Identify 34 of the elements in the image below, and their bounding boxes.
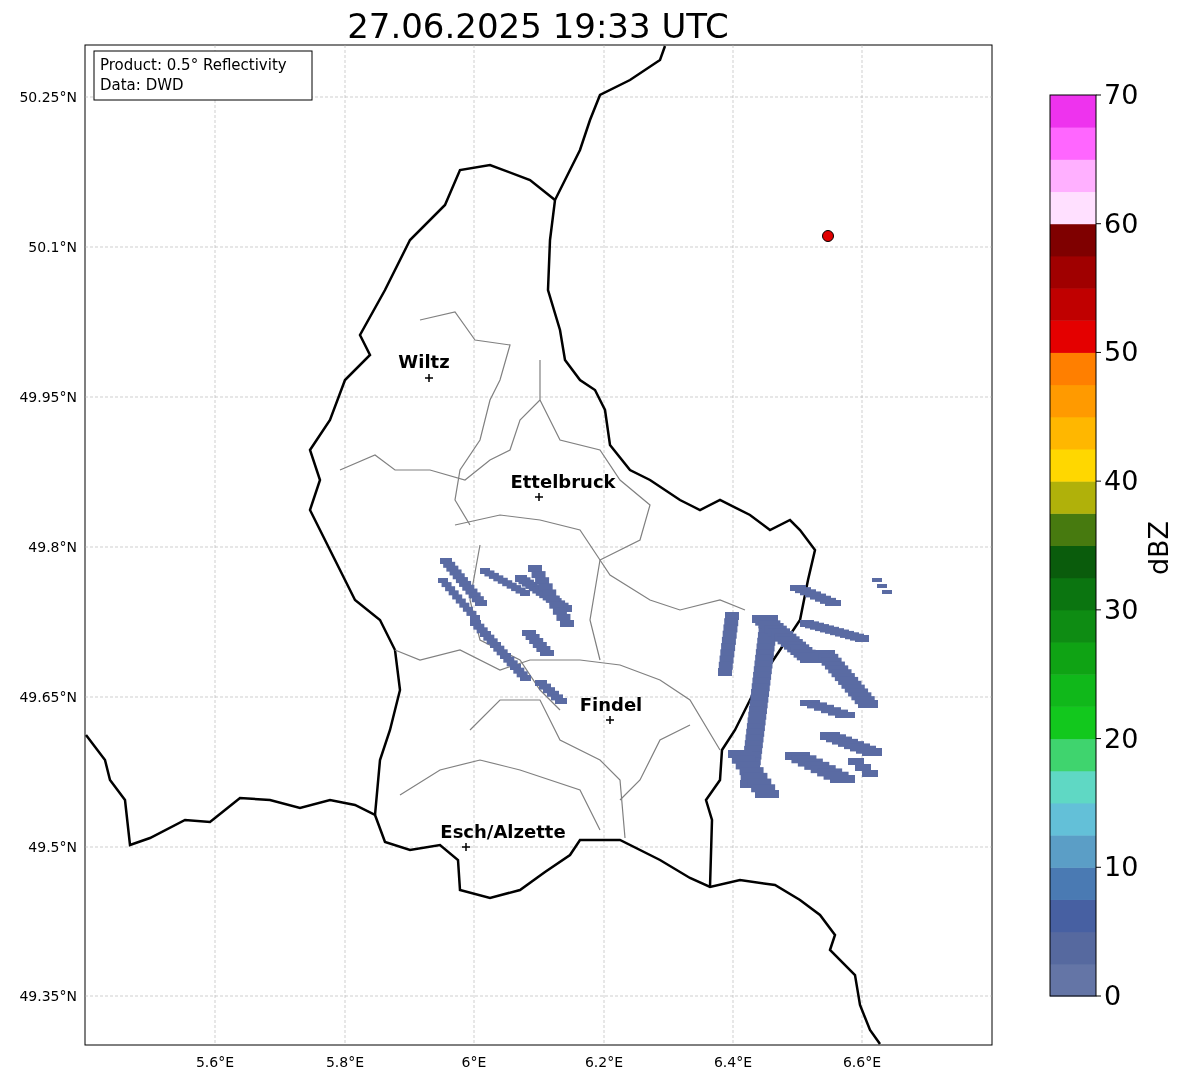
colorbar-tick-label: 50 <box>1104 336 1139 368</box>
colorbar-label: dBZ <box>1143 520 1174 576</box>
latitude-tick-label: 50.25°N <box>19 89 77 105</box>
latitude-tick-label: 49.8°N <box>28 539 77 555</box>
city-label: Findel <box>579 694 643 715</box>
colorbar-tick-label: 40 <box>1104 465 1139 497</box>
latitude-tick-label: 49.65°N <box>19 689 77 705</box>
chart-title: 27.06.2025 19:33 UTC <box>347 6 729 46</box>
colorbar-tick-label: 70 <box>1104 79 1139 110</box>
longitude-tick-label: 5.6°E <box>195 1054 235 1070</box>
latitude-tick-label: 50.1°N <box>28 239 77 255</box>
latitude-tick-label: 49.95°N <box>19 389 77 405</box>
city-label: Ettelbruck <box>510 471 616 492</box>
colorbar-tick-label: 60 <box>1104 207 1139 239</box>
city-marker-icon <box>534 492 544 502</box>
city-label: Wiltz <box>398 351 450 372</box>
colorbar-tick-label: 20 <box>1104 722 1139 754</box>
colorbar-tick-label: 10 <box>1104 851 1139 883</box>
colorbar-tick-label: 0 <box>1104 980 1122 1011</box>
city-marker-icon <box>605 715 615 725</box>
info-text: Data: DWD <box>100 76 184 94</box>
latitude-tick-label: 49.35°N <box>19 988 77 1004</box>
info-text: Product: 0.5° Reflectivity <box>100 56 287 74</box>
city-label: Esch/Alzette <box>440 821 566 842</box>
radar-site-marker <box>822 230 834 242</box>
longitude-tick-label: 6.4°E <box>713 1054 753 1070</box>
city-marker-icon <box>461 842 471 852</box>
longitude-tick-label: 6°E <box>461 1054 487 1070</box>
longitude-tick-label: 5.8°E <box>325 1054 365 1070</box>
longitude-tick-label: 6.2°E <box>584 1054 624 1070</box>
longitude-tick-label: 6.6°E <box>842 1054 882 1070</box>
colorbar-tick-label: 30 <box>1104 593 1139 625</box>
latitude-tick-label: 49.5°N <box>28 839 77 855</box>
city-marker-icon <box>424 373 434 383</box>
